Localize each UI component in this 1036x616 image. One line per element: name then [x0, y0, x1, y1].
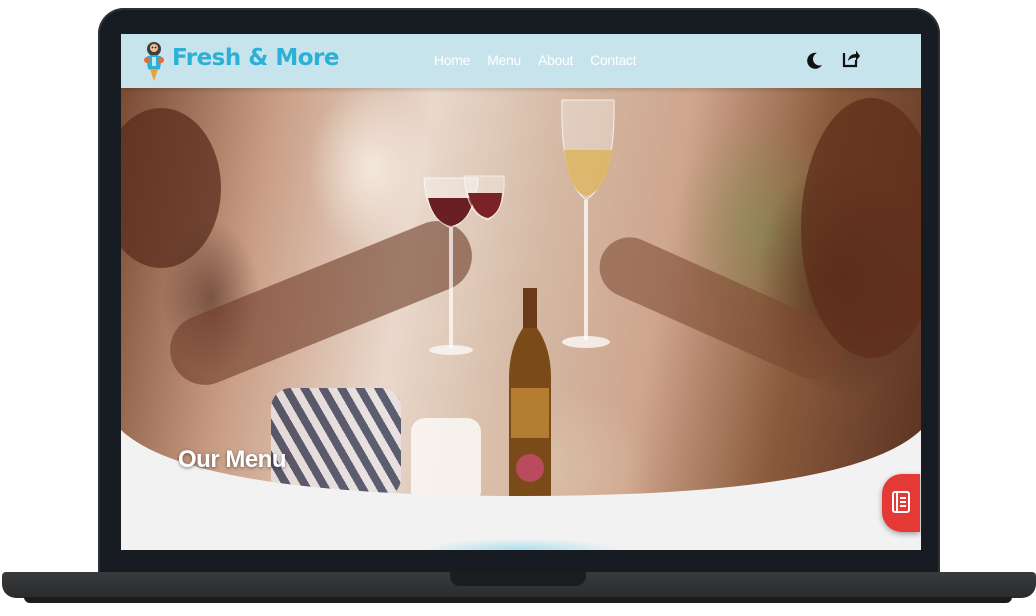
laptop-base-shadow [24, 597, 1012, 603]
hero-person-left [121, 108, 221, 268]
laptop-screen: Fresh & More Home Menu About Contact Our… [121, 34, 921, 550]
laptop-notch [450, 572, 586, 586]
hero-wine-glass-right [561, 99, 615, 348]
hero-title: Our Menu [178, 446, 287, 473]
section-glow [421, 539, 621, 550]
moon-icon[interactable] [807, 52, 823, 70]
hero-wine-glass-left [423, 175, 505, 355]
share-icon[interactable] [841, 48, 861, 68]
nav-item-home[interactable]: Home [434, 52, 470, 68]
brand-name[interactable]: Fresh & More [172, 45, 339, 71]
mascot-icon[interactable] [141, 39, 167, 83]
laptop-mockup: Fresh & More Home Menu About Contact Our… [0, 0, 1036, 616]
nav-links: Home Menu About Contact [434, 52, 637, 68]
menu-book-icon [892, 491, 910, 513]
navbar: Fresh & More Home Menu About Contact [121, 34, 921, 88]
nav-item-about[interactable]: About [538, 52, 573, 68]
nav-item-menu[interactable]: Menu [487, 52, 521, 68]
menu-fab-button[interactable] [882, 474, 920, 532]
nav-item-contact[interactable]: Contact [590, 52, 636, 68]
